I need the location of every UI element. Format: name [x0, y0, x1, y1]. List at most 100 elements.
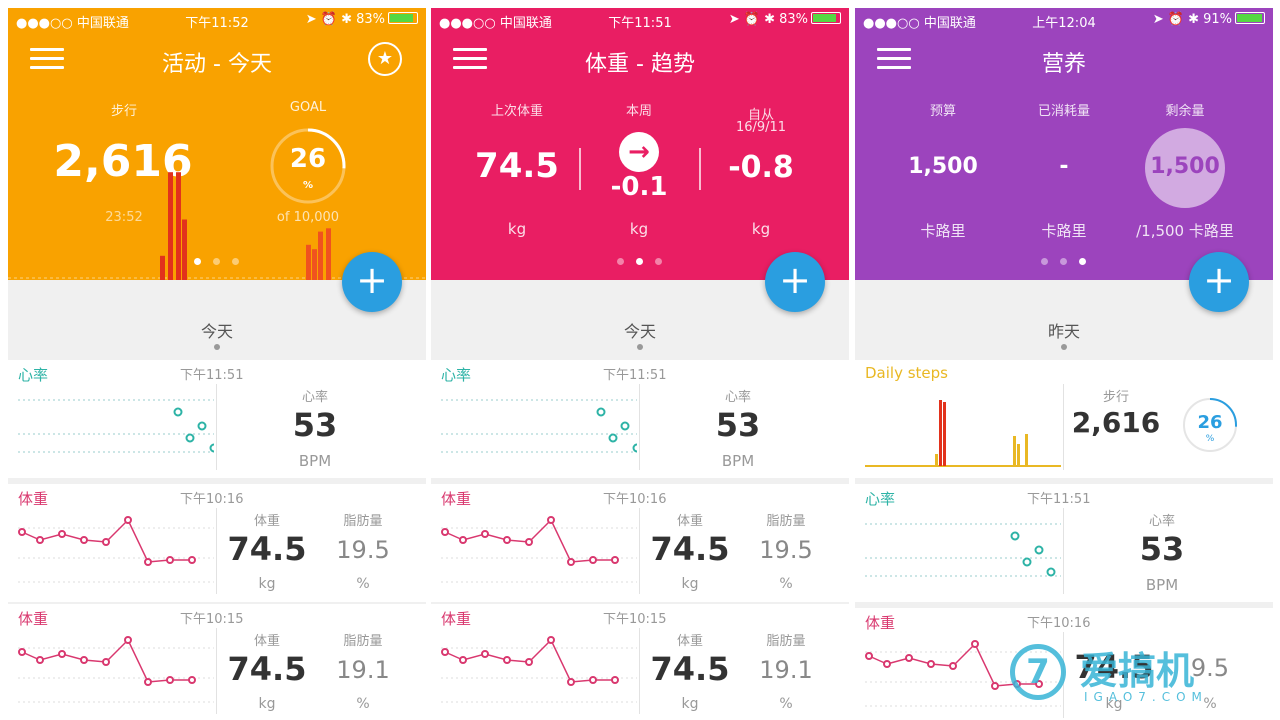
weight-card-1[interactable]: 体重 下午10:16 体重 74.5 kg 脂肪量 19.5 % — [8, 484, 426, 602]
battery-status: ➤ ⏰ ✱ 83% — [729, 12, 841, 27]
heart-rate-card[interactable]: 心率 下午11:51 心率 53 BPM — [855, 484, 1273, 602]
fat-unit: % — [779, 576, 793, 592]
heart-rate-card[interactable]: 心率 下午11:51 心率 53 BPM — [8, 360, 426, 478]
weight-point — [124, 516, 132, 524]
steps-bar — [1017, 444, 1020, 466]
weight-card-2[interactable]: 体重 下午10:15 体重 74.5 kg 脂肪量 19.1 % — [431, 604, 849, 720]
fat-label: 脂肪量 — [766, 514, 806, 529]
weight-point — [124, 636, 132, 644]
steps-bar — [1013, 436, 1016, 466]
weight-point — [80, 536, 88, 544]
steps-percent: 26 — [1197, 412, 1223, 433]
weight-point — [589, 676, 597, 684]
weight-label: 体重 — [676, 514, 703, 529]
card-title: 体重 — [441, 610, 472, 628]
timeline-dot — [637, 344, 643, 350]
weight-point — [481, 650, 489, 658]
heart-rate-plot — [18, 399, 214, 453]
weight-unit: kg — [681, 696, 699, 712]
steps-percent-sign: % — [1205, 434, 1215, 444]
weight-card-1[interactable]: 体重 下午10:16 体重 74.5 kg 脂肪量 19.5 % — [431, 484, 849, 602]
weight-point — [144, 558, 152, 566]
weight-point — [102, 538, 110, 546]
last-weight-label: 上次体重 — [490, 104, 543, 119]
week-unit: kg — [629, 220, 649, 238]
weight-plot — [441, 636, 637, 703]
status-bar: ●●●○○ 中国联通 下午11:51 ➤ ⏰ ✱ 83% — [431, 10, 849, 31]
status-bar: ●●●○○ 中国联通 上午12:04 ➤ ⏰ ✱ 91% — [855, 10, 1273, 31]
weight-point — [18, 528, 26, 536]
weight-point — [611, 676, 619, 684]
week-label: 本周 — [625, 104, 652, 119]
weight-point — [144, 678, 152, 686]
weight-point — [611, 556, 619, 564]
weight-point — [525, 538, 533, 546]
timeline-dot — [1061, 344, 1067, 350]
weight-point — [18, 648, 26, 656]
weight-label: 体重 — [676, 634, 703, 649]
budget-label: 预算 — [929, 104, 956, 119]
weight-plot — [18, 516, 214, 583]
remaining-value: 1,500 — [1150, 154, 1220, 179]
fat-value: 19.5 — [759, 536, 813, 564]
weight-header: ●●●○○ 中国联通 下午11:51 ➤ ⏰ ✱ 83% 体重 - 趋势 上次体… — [431, 8, 849, 280]
weight-point — [589, 556, 597, 564]
card-title: 体重 — [18, 490, 49, 508]
weight-unit: kg — [681, 576, 699, 592]
heart-rate-card[interactable]: 心率 下午11:51 心率 53 BPM — [431, 360, 849, 478]
heart-rate-value: 53 — [1139, 530, 1185, 568]
day-label: 昨天 — [1047, 322, 1080, 341]
add-button[interactable]: + — [342, 252, 402, 312]
weight-value: 74.5 — [227, 530, 307, 568]
weight-point — [58, 530, 66, 538]
weight-point — [441, 648, 449, 656]
heart-rate-unit: BPM — [721, 452, 755, 470]
panel-weight-trend: ●●●○○ 中国联通 下午11:51 ➤ ⏰ ✱ 83% 体重 - 趋势 上次体… — [431, 8, 849, 720]
weight-unit: kg — [258, 576, 276, 592]
fat-unit: % — [779, 696, 793, 712]
card-title: 体重 — [18, 610, 49, 628]
week-value: -0.1 — [610, 172, 668, 202]
weight-point — [166, 556, 174, 564]
heart-rate-plot — [865, 523, 1061, 577]
fat-label: 脂肪量 — [343, 514, 383, 529]
fat-value: 19.5 — [336, 536, 390, 564]
weight-point — [883, 660, 891, 668]
watermark-domain: IGAO7.COM — [1084, 690, 1208, 704]
weight-label: 体重 — [253, 514, 280, 529]
card-time: 下午11:51 — [1027, 492, 1091, 507]
budget-unit: 卡路里 — [920, 222, 966, 240]
remaining-unit: /1,500 卡路里 — [1136, 222, 1234, 240]
weight-unit: kg — [258, 696, 276, 712]
weight-point — [166, 676, 174, 684]
battery-status: ➤ ⏰ ✱ 91% — [1153, 12, 1265, 27]
weight-value: 74.5 — [650, 650, 730, 688]
weight-point — [36, 536, 44, 544]
fat-label: 脂肪量 — [343, 634, 383, 649]
day-label: 今天 — [200, 322, 233, 341]
weight-point — [188, 556, 196, 564]
goal-label: GOAL — [289, 100, 327, 115]
panel-nutrition: ●●●○○ 中国联通 上午12:04 ➤ ⏰ ✱ 91% 营养 预算 1,500… — [855, 8, 1273, 720]
weight-point — [80, 656, 88, 664]
timeline-dot — [214, 344, 220, 350]
panel-activity: ●●●○○ 中国联通 下午11:52 ➤ ⏰ ✱ 83% 活动 - 今天 ★ 步… — [8, 8, 426, 720]
weight-card-2[interactable]: 体重 下午10:15 体重 74.5 kg 脂肪量 19.1 % — [8, 604, 426, 720]
watermark-name: 爱搞机 — [1080, 649, 1195, 693]
steps-bar-chart — [8, 172, 426, 280]
card-title: 心率 — [18, 366, 49, 384]
steps-bar — [935, 454, 938, 466]
weight-point — [459, 656, 467, 664]
weight-point — [58, 650, 66, 658]
steps-bar — [1025, 434, 1028, 466]
daily-steps-card[interactable]: Daily steps 步行 2,616 26 % — [855, 360, 1273, 478]
goal-of: of 10,000 — [276, 210, 340, 225]
add-button[interactable]: + — [765, 252, 825, 312]
weight-point — [503, 656, 511, 664]
fat-unit: % — [356, 696, 370, 712]
page-title: 体重 - 趋势 — [585, 52, 695, 77]
consumed-value: - — [1059, 154, 1069, 179]
card-title: Daily steps — [865, 364, 948, 382]
last-weight-value: 74.5 — [475, 146, 559, 186]
add-button[interactable]: + — [1189, 252, 1249, 312]
